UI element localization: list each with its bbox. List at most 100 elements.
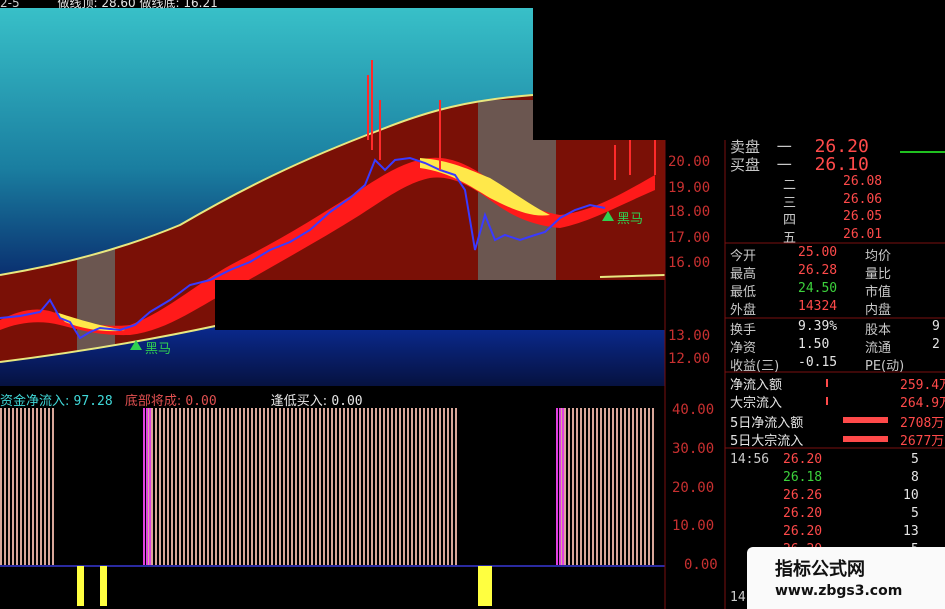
stat-value: 9: [932, 319, 940, 334]
tick-price: 26.20: [783, 524, 823, 539]
indicator-bar: [195, 408, 197, 566]
buy-price: 26.06: [843, 192, 883, 207]
indicator-bar: [624, 408, 626, 566]
stat-label: 流通: [865, 341, 892, 356]
indicator-bar: [568, 408, 570, 566]
flow-bar: [843, 436, 888, 442]
marker-label: 黑马: [617, 212, 644, 227]
tick-volume: 8: [911, 470, 919, 485]
tick-time: 14:56: [730, 452, 770, 467]
stat-row: 今开 25.00 均价: [730, 245, 891, 264]
indicator-value-2: 0.00: [185, 394, 217, 409]
stat-row: 最高 26.28 量比: [730, 263, 891, 282]
flow-bar: [826, 397, 828, 405]
marker-label: 黑马: [145, 342, 172, 357]
indicator-bar: [32, 408, 34, 566]
indicator-bar: [327, 408, 329, 566]
indicator-bar: [592, 408, 594, 566]
buy-price: 26.10: [814, 154, 869, 175]
header-label-2: 做线底:: [139, 0, 180, 10]
stat-label: 均价: [865, 249, 892, 264]
indicator-bar: [628, 408, 630, 566]
signal-bar: [100, 566, 107, 606]
signal-bar: [77, 566, 84, 606]
buy-label: 买盘: [730, 156, 761, 174]
stat-value: 1.50: [798, 337, 830, 352]
indicator-bar: [600, 408, 602, 566]
flow-value: 264.9万: [900, 396, 945, 411]
tick-price: 26.20: [783, 452, 823, 467]
flow-bar: [843, 417, 888, 423]
indicator-bar-highlight: [143, 408, 145, 566]
indicator-bar-highlight: [562, 408, 564, 566]
indicator-bar: [620, 408, 622, 566]
price-tick: 18.00: [668, 204, 711, 220]
indicator-bar: [648, 408, 650, 566]
indicator-bar: [588, 408, 590, 566]
indicator-bar: [175, 408, 177, 566]
buy-level: 二: [783, 178, 797, 193]
indicator-bar-highlight: [146, 408, 148, 566]
stat-value: 26.28: [798, 263, 838, 278]
indicator-bar: [211, 408, 213, 566]
indicator-value-1: 97.28: [73, 394, 113, 409]
flow-label: 大宗流入: [730, 396, 783, 411]
indicator-bar: [363, 408, 365, 566]
stat-row: 外盘 14324 内盘: [730, 299, 891, 318]
flow-value: 259.4万: [900, 378, 945, 393]
stat-value: 2: [932, 337, 940, 352]
indicator-bar: [12, 408, 14, 566]
signal-bar: [478, 566, 492, 606]
tick-row: 26.18 8: [783, 470, 919, 485]
indicator-bar: [451, 408, 453, 566]
flow-label: 5日大宗流入: [730, 434, 804, 449]
stat-label: PE(动): [865, 359, 905, 374]
tick-price: 26.20: [783, 506, 823, 521]
stat-label: 换手: [730, 323, 757, 338]
indicator-bar: [179, 408, 181, 566]
indicator-bar: [439, 408, 441, 566]
indicator-bar-highlight: [556, 408, 558, 566]
indicator-bar: [227, 408, 229, 566]
indicator-bar: [295, 408, 297, 566]
tick-volume: 13: [903, 524, 919, 539]
indicator-bar: [271, 408, 273, 566]
indicator-bar: [403, 408, 405, 566]
indicator-tick: 30.00: [672, 441, 715, 457]
indicator-tick: 20.00: [672, 480, 715, 496]
indicator-bar: [572, 408, 574, 566]
buy-row-1: 买盘 一 26.10: [730, 154, 869, 175]
indicator-bar: [307, 408, 309, 566]
indicator-bar: [231, 408, 233, 566]
indicator-bar: [604, 408, 606, 566]
indicator-bar: [335, 408, 337, 566]
indicator-bar: [243, 408, 245, 566]
flow-label: 5日净流入额: [730, 416, 804, 431]
indicator-bar: [419, 408, 421, 566]
flow-label: 净流入额: [730, 378, 783, 393]
indicator-tick: 40.00: [672, 402, 715, 418]
indicator-bar: [183, 408, 185, 566]
stat-value: 24.50: [798, 281, 838, 296]
indicator-bar: [235, 408, 237, 566]
indicator-bar: [359, 408, 361, 566]
indicator-bar: [584, 408, 586, 566]
indicator-bar: [431, 408, 433, 566]
indicator-bar: [447, 408, 449, 566]
indicator-bar: [455, 408, 457, 566]
indicator-bar: [251, 408, 253, 566]
indicator-bar: [28, 408, 30, 566]
flow-row: 净流入额 259.4万: [730, 374, 945, 393]
buy-level: 五: [783, 231, 797, 246]
indicator-bar: [415, 408, 417, 566]
tick-volume: 10: [903, 488, 919, 503]
indicator-bar: [351, 408, 353, 566]
indicator-bar-highlight: [559, 408, 561, 566]
stat-label: 收益(三): [730, 359, 780, 374]
indicator-bar: [423, 408, 425, 566]
indicator-bar: [223, 408, 225, 566]
indicator-tick: 0.00: [684, 557, 718, 573]
indicator-bar: [331, 408, 333, 566]
stat-label: 内盘: [865, 303, 892, 318]
indicator-bar: [395, 408, 397, 566]
